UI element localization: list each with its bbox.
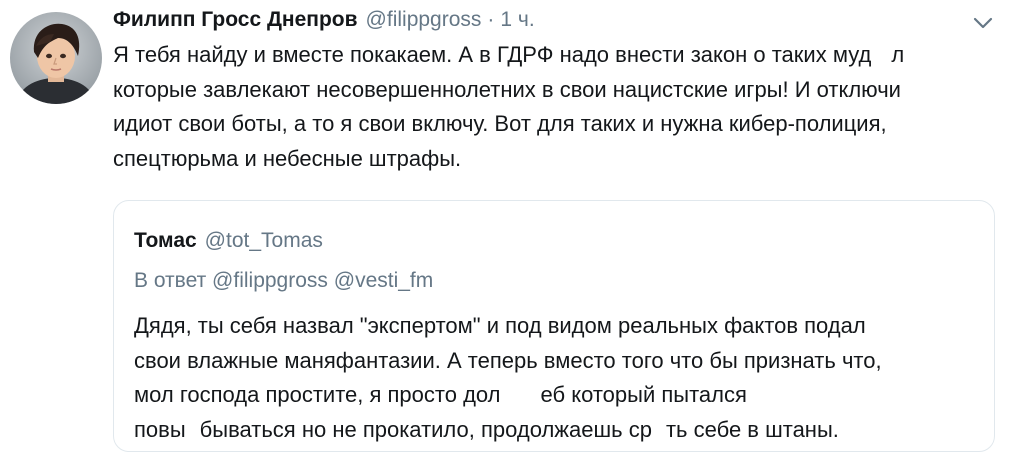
censor-gap <box>871 40 892 62</box>
reply-prefix: В ответ <box>134 269 207 292</box>
text-segment: свои влажные маняфантазии. А теперь вмес… <box>134 347 882 373</box>
text-segment: идиот свои боты, а то я свои включу. Вот… <box>113 111 887 136</box>
author-handle[interactable]: @filippgross <box>366 8 482 32</box>
quoted-tweet-header: Томас @tot_Tomas <box>134 229 323 253</box>
text-segment: Дядя, ты себя назвал "экспертом" и под в… <box>134 313 866 338</box>
tweet-timestamp[interactable]: 1 ч. <box>500 8 534 32</box>
text-segment: спецтюрьма и небесные штрафы. <box>113 145 462 171</box>
more-options-button[interactable] <box>972 14 994 32</box>
chevron-down-icon <box>973 17 993 29</box>
quoted-text-line: свои влажные маняфантазии. А теперь вмес… <box>134 344 984 379</box>
quoted-author-name: Томас <box>134 229 197 252</box>
quoted-author-handle: @tot_Tomas <box>204 229 323 252</box>
text-segment: л <box>891 42 905 67</box>
tweet-text-line: которые завлекают несовершеннолетних в с… <box>113 73 1003 108</box>
text-segment: повы <box>134 416 186 442</box>
tweet-text-line: спецтюрьма и небесные штрафы. <box>113 142 1003 177</box>
tweet-text-line: идиот свои боты, а то я свои включу. Вот… <box>113 107 1003 142</box>
text-segment: ть себе в штаны. <box>665 416 839 442</box>
text-segment: Я тебя найду и вместе покакаем. А в ГДРФ… <box>113 42 872 67</box>
reply-context: В ответ @filippgross @vesti_fm <box>134 269 433 293</box>
tweet: Филипп Гросс Днепров @filippgross · 1 ч.… <box>0 0 1010 464</box>
quoted-text-line: мол господа простите, я просто дол еб кот… <box>134 378 984 413</box>
avatar-icon <box>10 12 102 104</box>
text-segment: мол господа простите, я просто дол <box>134 382 501 407</box>
quoted-tweet[interactable]: Томас @tot_Tomas В ответ @filippgross @v… <box>113 200 995 452</box>
censor-gap <box>500 380 541 402</box>
tweet-text: Я тебя найду и вместе покакаем. А в ГДРФ… <box>113 38 1003 176</box>
text-segment: бываться но не прокатило, продолжаешь ср <box>199 416 652 442</box>
censor-gap <box>651 414 666 437</box>
tweet-text-line: Я тебя найду и вместе покакаем. А в ГДРФ… <box>113 38 1003 73</box>
quoted-tweet-text: Дядя, ты себя назвал "экспертом" и под в… <box>134 309 984 447</box>
censor-gap <box>185 414 200 437</box>
tweet-header: Филипп Гросс Днепров @filippgross · 1 ч. <box>113 8 535 36</box>
author-avatar[interactable] <box>10 12 102 104</box>
reply-mention[interactable]: @vesti_fm <box>334 269 434 292</box>
author-name[interactable]: Филипп Гросс Днепров <box>113 8 358 32</box>
text-segment: которые завлекают несовершеннолетних в с… <box>113 76 901 102</box>
separator-dot: · <box>487 8 495 31</box>
reply-mention[interactable]: @filippgross <box>212 269 328 292</box>
quoted-text-line: Дядя, ты себя назвал "экспертом" и под в… <box>134 309 984 344</box>
quoted-text-line: повы бываться но не прокатило, продолжаеш… <box>134 413 984 448</box>
text-segment: еб который пытался <box>540 382 747 407</box>
